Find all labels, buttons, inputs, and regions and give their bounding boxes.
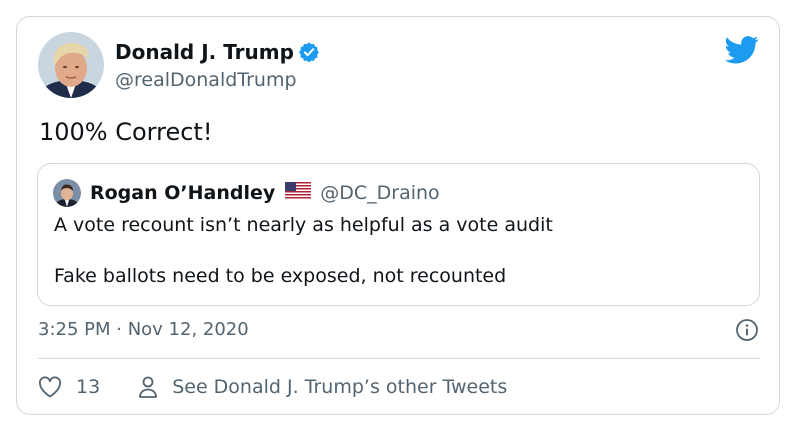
- quoted-author-avatar[interactable]: [53, 179, 81, 207]
- tweet-timestamp[interactable]: 3:25 PM · Nov 12, 2020: [38, 318, 249, 342]
- like-button[interactable]: 13: [38, 374, 100, 400]
- author-name-text: Donald J. Trump: [115, 40, 294, 64]
- other-tweets-link[interactable]: See Donald J. Trump’s other Tweets: [138, 374, 507, 400]
- author-avatar[interactable]: [38, 32, 104, 98]
- quoted-tweet[interactable]: Rogan O’Handley @DC_Draino A vote recoun…: [37, 163, 760, 306]
- twitter-bird-icon[interactable]: [725, 35, 759, 65]
- other-tweets-label: See Donald J. Trump’s other Tweets: [172, 376, 508, 398]
- info-icon[interactable]: [735, 318, 759, 342]
- tweet-card: Donald J. Trump @realDonaldTrump 100% Co…: [16, 16, 780, 415]
- quoted-text-line-2: Fake ballots need to be exposed, not rec…: [54, 265, 507, 287]
- quoted-author-name[interactable]: Rogan O’Handley: [90, 180, 275, 206]
- action-bar: 13 See Donald J. Trump’s other Tweets: [38, 374, 507, 400]
- person-icon: [138, 375, 158, 399]
- us-flag-icon: [285, 180, 312, 206]
- like-count: 13: [76, 376, 101, 398]
- heart-icon: [38, 376, 62, 398]
- author-handle[interactable]: @realDonaldTrump: [115, 68, 297, 92]
- verified-badge-icon: [298, 41, 320, 63]
- quoted-text-line-1: A vote recount isn’t nearly as helpful a…: [54, 214, 553, 236]
- divider: [38, 358, 760, 359]
- quoted-author-handle[interactable]: @DC_Draino: [320, 180, 439, 206]
- author-name[interactable]: Donald J. Trump: [115, 39, 320, 65]
- tweet-text: 100% Correct!: [39, 118, 213, 146]
- quoted-header: Rogan O’Handley @DC_Draino: [90, 180, 440, 206]
